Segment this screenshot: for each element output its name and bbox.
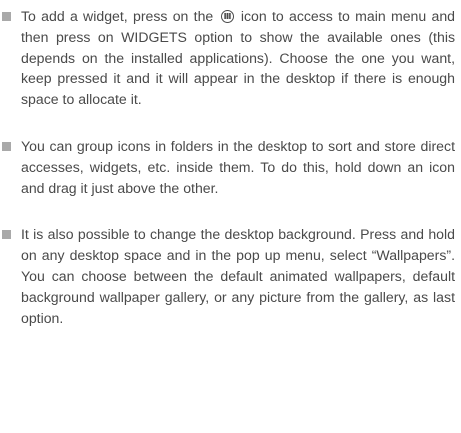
list-item-change-background: It is also possible to change the deskto… <box>0 224 461 328</box>
item-text: It is also possible to change the deskto… <box>21 226 455 326</box>
list-item-group-icons: You can group icons in folders in the de… <box>0 136 461 198</box>
square-bullet <box>2 12 11 21</box>
square-bullet <box>2 141 11 151</box>
item-text-before-icon: To add a widget, press on the <box>21 8 214 24</box>
app-menu-icon <box>220 10 234 23</box>
square-bullet <box>2 230 11 240</box>
item-text: You can group icons in folders in the de… <box>21 137 455 196</box>
instructions-list: To add a widget, press on the icon to ac… <box>0 6 461 354</box>
list-item-add-widget: To add a widget, press on the icon to ac… <box>0 6 461 110</box>
